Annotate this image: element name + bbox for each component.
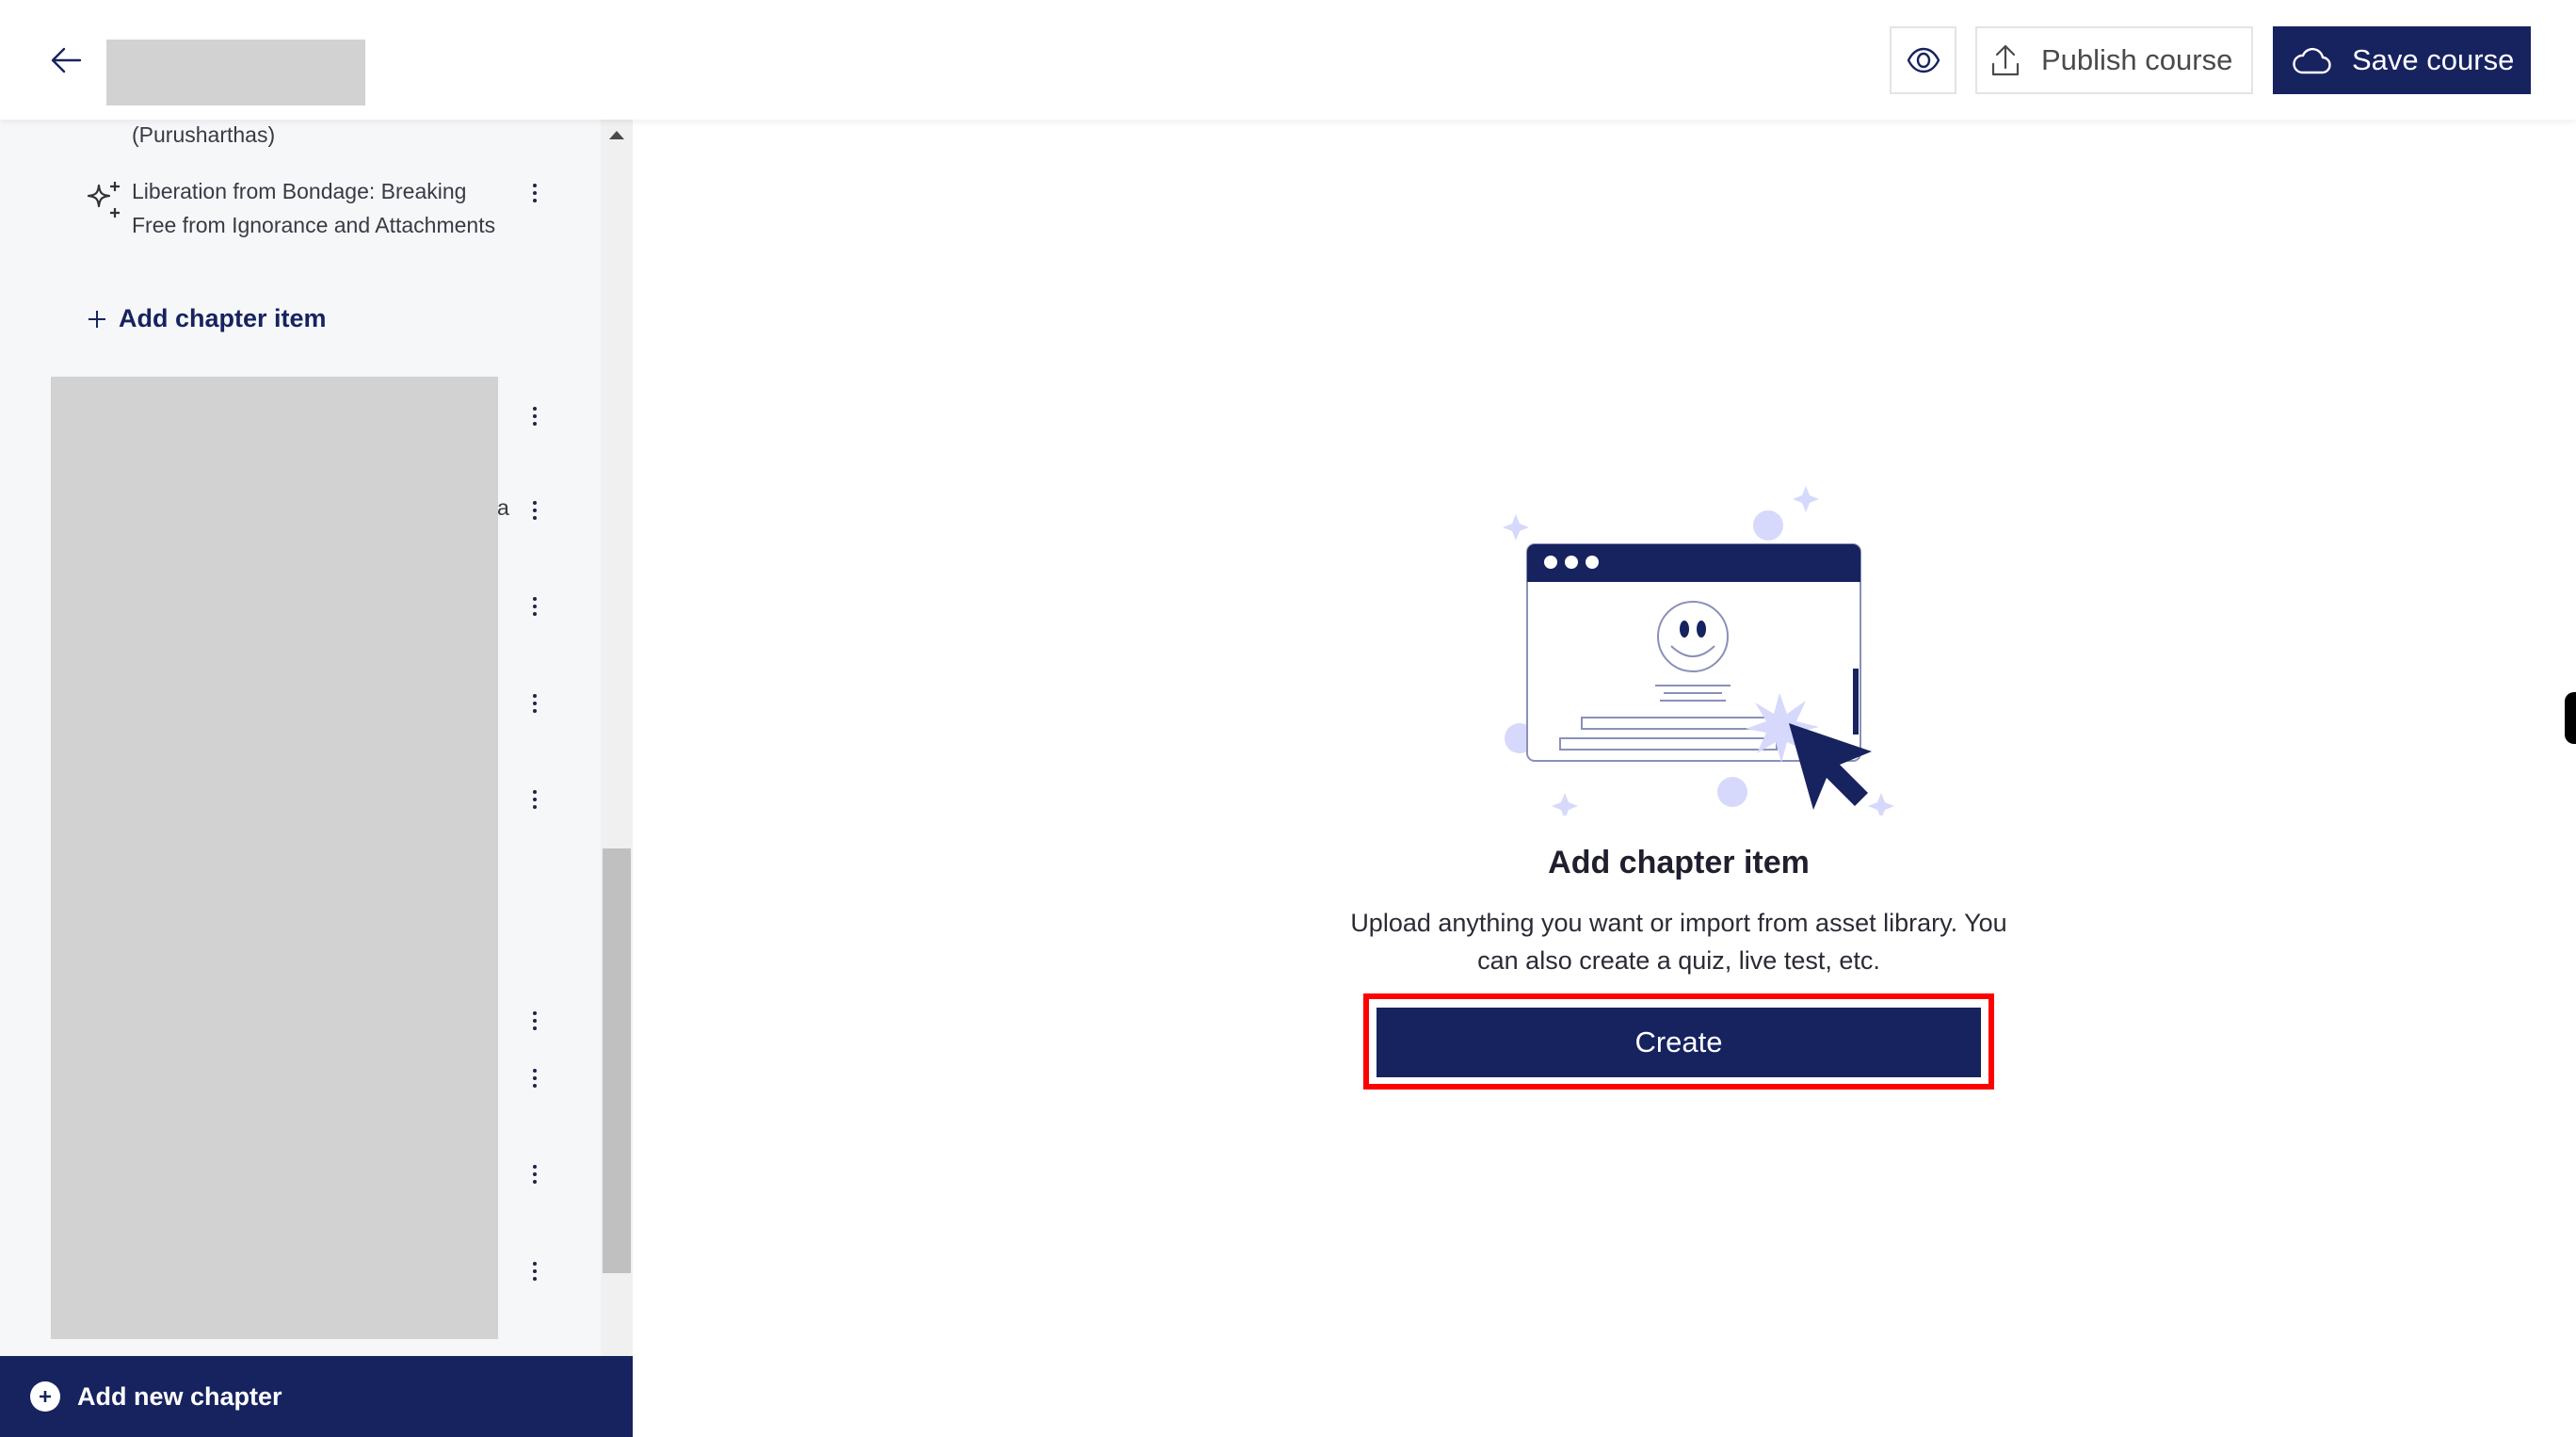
side-widget-tab[interactable] — [2565, 692, 2576, 744]
course-title-redacted — [106, 40, 365, 105]
previous-item-text[interactable]: (Purusharthas) — [132, 120, 275, 152]
swirl-decoration — [1717, 777, 1747, 807]
swirl-decoration — [1753, 510, 1783, 541]
sparkle-decoration — [1552, 793, 1578, 819]
add-new-chapter-button[interactable]: Add new chapter — [0, 1356, 633, 1437]
cloud-icon — [2293, 47, 2331, 74]
top-header: Publish course Save course — [0, 0, 2576, 120]
add-chapter-item-link[interactable]: Add chapter item — [87, 304, 327, 333]
item-menu-button[interactable] — [523, 1157, 546, 1191]
publish-course-button[interactable]: Publish course — [1975, 26, 2253, 94]
plus-icon — [89, 310, 105, 328]
save-course-label: Save course — [2352, 43, 2515, 76]
empty-state-description: Upload anything you want or import from … — [1350, 909, 2007, 975]
plus-circle-icon — [30, 1381, 60, 1412]
item-menu-button[interactable] — [523, 399, 546, 433]
item-menu-button[interactable] — [523, 1061, 546, 1095]
chapter-sidebar: (Purusharthas) Liberation from Bondage: … — [0, 120, 633, 1356]
save-course-button[interactable]: Save course — [2273, 26, 2531, 94]
preview-button[interactable] — [1890, 26, 1956, 94]
scrollbar-thumb[interactable] — [603, 848, 631, 1273]
item-menu-button[interactable] — [523, 493, 546, 527]
item-menu-button[interactable] — [523, 783, 546, 816]
chapter-item-liberation[interactable]: Liberation from Bondage: Breaking Free f… — [132, 174, 499, 242]
empty-state-title: Add chapter item — [1548, 845, 1810, 880]
sparkle-decoration — [1793, 486, 1819, 512]
redacted-chapter-list — [51, 377, 498, 1339]
arrow-left-icon — [51, 47, 82, 73]
add-chapter-item-label: Add chapter item — [119, 304, 327, 332]
empty-state-illustration — [1469, 476, 1902, 820]
sparkle-decoration — [1868, 793, 1894, 819]
sparkle-decoration — [1503, 514, 1529, 541]
eye-icon — [1907, 47, 1940, 73]
upload-icon — [1991, 44, 2020, 76]
create-button[interactable]: Create — [1377, 1008, 1981, 1077]
item-menu-button[interactable] — [523, 686, 546, 720]
partial-item-text: a — [497, 495, 509, 520]
back-button[interactable] — [45, 41, 87, 79]
item-menu-button[interactable] — [523, 589, 546, 623]
item-menu-button[interactable] — [523, 1004, 546, 1038]
scroll-up-arrow-icon[interactable] — [609, 131, 624, 139]
add-new-chapter-label: Add new chapter — [77, 1381, 282, 1411]
item-menu-button[interactable] — [523, 1254, 546, 1288]
sparkle-icon — [83, 180, 124, 226]
publish-course-label: Publish course — [2041, 43, 2233, 76]
item-menu-button[interactable] — [523, 176, 546, 210]
